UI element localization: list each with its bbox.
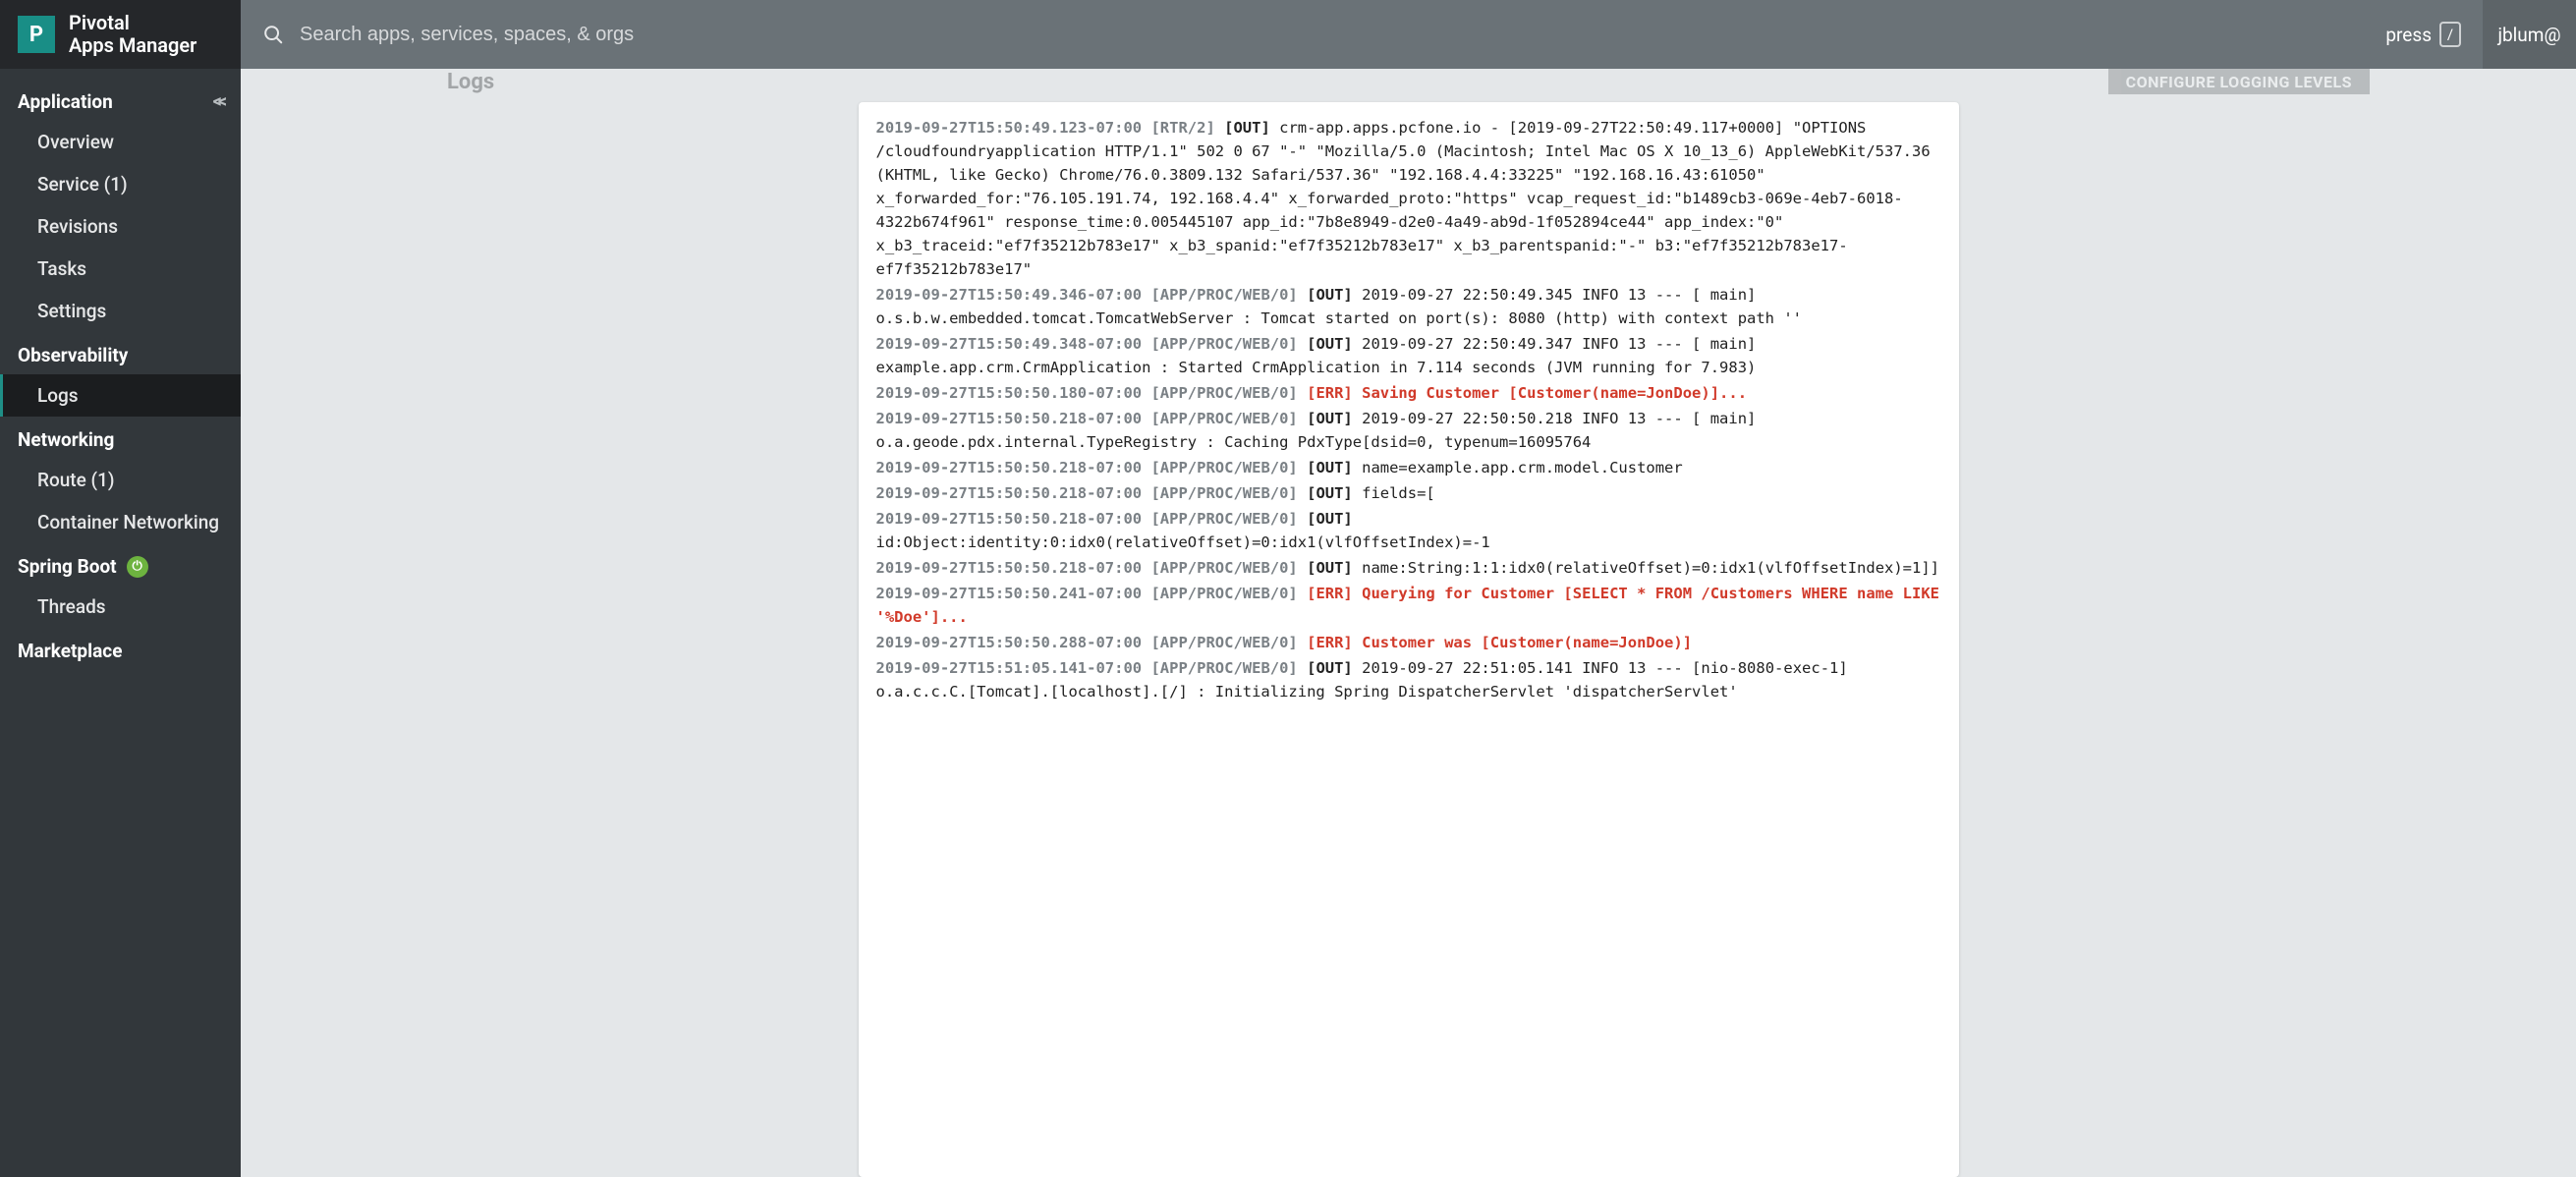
log-message: fields=[ — [1362, 484, 1435, 502]
log-source: [APP/PROC/WEB/0] — [1142, 585, 1307, 602]
log-source: [APP/PROC/WEB/0] — [1142, 384, 1307, 402]
log-tag-out: [OUT] — [1224, 119, 1279, 137]
log-timestamp: 2019-09-27T15:50:50.241-07:00 — [876, 585, 1143, 602]
press-hint: press / — [2385, 22, 2461, 47]
log-line: 2019-09-27T15:50:49.346-07:00 [APP/PROC/… — [876, 283, 1941, 330]
searchbar: press / — [241, 0, 2483, 69]
panel-header-row: Logs CONFIGURE LOGGING LEVELS — [280, 69, 2537, 94]
log-tag-out: [OUT] — [1307, 459, 1362, 476]
log-line: 2019-09-27T15:51:05.141-07:00 [APP/PROC/… — [876, 656, 1941, 703]
log-tag-out: [OUT] — [1307, 335, 1362, 353]
log-message: name:String:1:1:idx0(relativeOffset)=0:i… — [1362, 559, 1939, 577]
log-viewer[interactable]: 2019-09-27T15:50:49.123-07:00 [RTR/2] [O… — [859, 102, 1959, 1177]
collapse-icon[interactable]: << — [213, 91, 223, 112]
brand-block: P Pivotal Apps Manager — [0, 0, 241, 69]
nav-group-marketplace[interactable]: Marketplace — [0, 628, 241, 670]
log-timestamp: 2019-09-27T15:50:49.346-07:00 — [876, 286, 1143, 304]
log-timestamp: 2019-09-27T15:50:50.180-07:00 — [876, 384, 1143, 402]
search-input[interactable] — [300, 24, 2370, 46]
nav-group-label: Observability — [18, 344, 128, 366]
nav-group-label: Marketplace — [18, 640, 122, 662]
log-line: 2019-09-27T15:50:50.218-07:00 [APP/PROC/… — [876, 456, 1941, 479]
sidebar-item-tasks[interactable]: Tasks — [0, 248, 241, 290]
log-tag-err: [ERR] — [1307, 384, 1362, 402]
sidebar-item-revisions[interactable]: Revisions — [0, 205, 241, 248]
log-tag-out: [OUT] — [1307, 510, 1353, 528]
log-tag-out: [OUT] — [1307, 659, 1362, 677]
log-line: 2019-09-27T15:50:50.241-07:00 [APP/PROC/… — [876, 582, 1941, 629]
sidebar-item-service-1-[interactable]: Service (1) — [0, 163, 241, 205]
log-message: name=example.app.crm.model.Customer — [1362, 459, 1683, 476]
sidebar-item-route-1-[interactable]: Route (1) — [0, 459, 241, 501]
log-line: 2019-09-27T15:50:50.180-07:00 [APP/PROC/… — [876, 381, 1941, 405]
log-source: [APP/PROC/WEB/0] — [1142, 335, 1307, 353]
log-source: [APP/PROC/WEB/0] — [1142, 410, 1307, 427]
brand-text: Pivotal Apps Manager — [69, 12, 196, 57]
sidebar: Application << OverviewService (1)Revision… — [0, 69, 241, 1177]
nav-group-label: Spring Boot — [18, 555, 117, 578]
log-timestamp: 2019-09-27T15:50:50.218-07:00 — [876, 559, 1143, 577]
log-line: 2019-09-27T15:50:49.123-07:00 [RTR/2] [O… — [876, 116, 1941, 281]
log-timestamp: 2019-09-27T15:50:50.218-07:00 — [876, 459, 1143, 476]
topbar: P Pivotal Apps Manager press / jblum@ — [0, 0, 2576, 69]
log-timestamp: 2019-09-27T15:50:49.348-07:00 — [876, 335, 1143, 353]
log-timestamp: 2019-09-27T15:50:50.288-07:00 — [876, 634, 1143, 651]
brand-line1: Pivotal — [69, 12, 196, 34]
log-message: id:Object:identity:0:idx0(relativeOffset… — [876, 533, 1490, 551]
log-message: Customer was [Customer(name=JonDoe)] — [1362, 634, 1692, 651]
page-title: Logs — [447, 70, 494, 94]
sidebar-item-container-networking[interactable]: Container Networking — [0, 501, 241, 543]
nav-group-application[interactable]: Application << — [0, 79, 241, 121]
log-tag-out: [OUT] — [1307, 484, 1362, 502]
log-tag-err: [ERR] — [1307, 634, 1362, 651]
log-timestamp: 2019-09-27T15:50:50.218-07:00 — [876, 410, 1143, 427]
log-message: crm-app.apps.pcfone.io - [2019-09-27T22:… — [876, 119, 1931, 278]
spring-icon: ⏻ — [127, 556, 148, 578]
log-tag-out: [OUT] — [1307, 559, 1362, 577]
sidebar-item-settings[interactable]: Settings — [0, 290, 241, 332]
log-line: 2019-09-27T15:50:49.348-07:00 [APP/PROC/… — [876, 332, 1941, 379]
sidebar-item-threads[interactable]: Threads — [0, 586, 241, 628]
log-line: 2019-09-27T15:50:50.218-07:00 [APP/PROC/… — [876, 556, 1941, 580]
nav-group-label: Networking — [18, 428, 114, 451]
nav-group-observability[interactable]: Observability — [0, 332, 241, 374]
configure-logging-button[interactable]: CONFIGURE LOGGING LEVELS — [2108, 69, 2370, 94]
slash-key-icon: / — [2439, 22, 2461, 47]
log-tag-out: [OUT] — [1307, 410, 1362, 427]
log-source: [APP/PROC/WEB/0] — [1142, 559, 1307, 577]
nav-group-networking[interactable]: Networking — [0, 417, 241, 459]
log-timestamp: 2019-09-27T15:50:49.123-07:00 — [876, 119, 1143, 137]
log-line: 2019-09-27T15:50:50.218-07:00 [APP/PROC/… — [876, 507, 1941, 554]
log-source: [APP/PROC/WEB/0] — [1142, 286, 1307, 304]
user-menu[interactable]: jblum@ — [2483, 0, 2576, 69]
sidebar-item-logs[interactable]: Logs — [0, 374, 241, 417]
press-hint-label: press — [2385, 24, 2432, 46]
log-tag-err: [ERR] — [1307, 585, 1362, 602]
log-source: [APP/PROC/WEB/0] — [1142, 484, 1307, 502]
log-source: [RTR/2] — [1142, 119, 1224, 137]
sidebar-item-overview[interactable]: Overview — [0, 121, 241, 163]
main: Logs CONFIGURE LOGGING LEVELS 2019-09-27… — [241, 69, 2576, 1177]
log-line: 2019-09-27T15:50:50.288-07:00 [APP/PROC/… — [876, 631, 1941, 654]
log-tag-out: [OUT] — [1307, 286, 1362, 304]
log-source: [APP/PROC/WEB/0] — [1142, 634, 1307, 651]
log-message: Saving Customer [Customer(name=JonDoe)].… — [1362, 384, 1747, 402]
search-icon — [262, 24, 284, 45]
nav-group-spring-boot[interactable]: Spring Boot ⏻ — [0, 543, 241, 586]
log-source: [APP/PROC/WEB/0] — [1142, 659, 1307, 677]
log-timestamp: 2019-09-27T15:50:50.218-07:00 — [876, 484, 1143, 502]
brand-line2: Apps Manager — [69, 34, 196, 57]
log-source: [APP/PROC/WEB/0] — [1142, 510, 1307, 528]
log-line: 2019-09-27T15:50:50.218-07:00 [APP/PROC/… — [876, 481, 1941, 505]
log-timestamp: 2019-09-27T15:50:50.218-07:00 — [876, 510, 1143, 528]
log-line: 2019-09-27T15:50:50.218-07:00 [APP/PROC/… — [876, 407, 1941, 454]
log-source: [APP/PROC/WEB/0] — [1142, 459, 1307, 476]
log-timestamp: 2019-09-27T15:51:05.141-07:00 — [876, 659, 1143, 677]
brand-logo: P — [18, 16, 55, 53]
nav-group-label: Application — [18, 90, 113, 113]
